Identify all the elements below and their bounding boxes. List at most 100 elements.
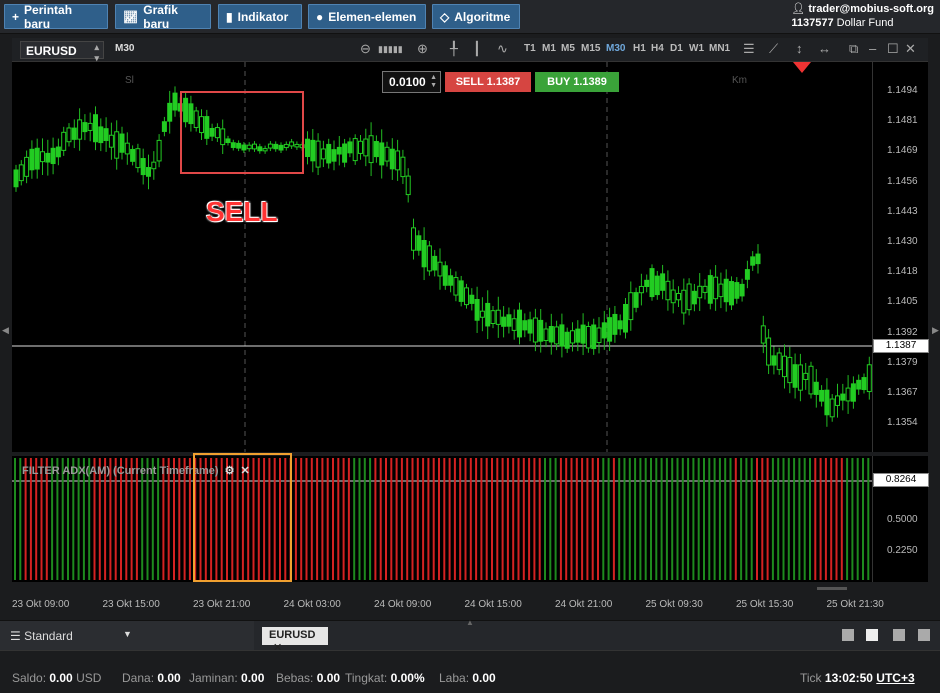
chart-scrollbar[interactable] [12, 583, 872, 593]
tf-M1[interactable]: M1 [542, 43, 556, 54]
candle-body [77, 119, 83, 140]
candle-body [320, 148, 326, 160]
price-tick: 1.1354 [887, 417, 918, 429]
dana: Dana: 0.00 [122, 671, 181, 685]
candle-body [702, 285, 708, 293]
tf-W1[interactable]: W1 [689, 43, 704, 54]
indicator-axis: 0.8264 0.5000 0.2250 [872, 456, 929, 582]
tf-D1[interactable]: D1 [670, 43, 683, 54]
laba: Laba: 0.00 [439, 671, 496, 685]
candle-body [787, 356, 793, 384]
plus-icon: + [12, 9, 20, 24]
current-price-label: 1.1387 [873, 339, 929, 353]
horizontal-line-icon[interactable]: ↔ [818, 41, 831, 56]
right-collapse-icon[interactable]: ▶ [932, 325, 939, 336]
maximize-icon[interactable]: ☐ [887, 41, 899, 57]
symbol-selector[interactable]: EURUSD ▴ ▾ [20, 41, 104, 63]
candle-body [336, 146, 342, 155]
candle-body [146, 167, 151, 177]
candle-body [495, 309, 501, 325]
algorithm-button[interactable]: ◇ Algoritme [432, 4, 520, 29]
bars-icon: ▮ [226, 9, 233, 24]
tf-T1[interactable]: T1 [524, 43, 536, 54]
candle-body [124, 142, 130, 155]
popout-icon[interactable]: ⧉ [849, 41, 858, 57]
layout-grid-icon[interactable] [866, 629, 878, 641]
sell-button[interactable]: SELL 1.1387 [445, 72, 531, 92]
candle-body [103, 128, 109, 141]
expand-icon[interactable]: ▲ [466, 618, 474, 627]
candle-body [342, 143, 348, 163]
workspace-selector[interactable]: ☰ Standard ▼ [0, 621, 254, 651]
stepper-icon[interactable]: ▲ ▼ [430, 74, 437, 90]
candle-body [729, 281, 734, 306]
top-toolbar: + Perintah baru 📈︎ Grafik baru ▮ Indikat… [0, 0, 940, 34]
candle-body [543, 328, 549, 342]
buy-button[interactable]: BUY 1.1389 [535, 72, 619, 92]
candle-body [358, 140, 363, 154]
layout-single-icon[interactable] [842, 629, 854, 641]
scrollbar-thumb[interactable] [817, 587, 847, 590]
chart-tab-eurusd[interactable]: EURUSD ✕ [262, 627, 328, 654]
vertical-line-icon[interactable]: ↕ [796, 41, 803, 56]
elements-button[interactable]: ● Elemen-elemen [308, 4, 426, 29]
indicator-tick: 0.5000 [887, 514, 918, 525]
candle-body [628, 292, 634, 321]
symbol-label: EURUSD [26, 44, 77, 58]
candle-body [347, 141, 353, 154]
tf-M15[interactable]: M15 [581, 43, 600, 54]
candle-body [527, 319, 533, 334]
candle-body [411, 227, 416, 251]
layout-rows-icon[interactable] [918, 629, 930, 641]
line-chart-icon[interactable]: ∿ [497, 41, 508, 57]
time-tick: 24 Okt 21:00 [555, 599, 613, 610]
new-chart-button[interactable]: 📈︎ Grafik baru [115, 3, 211, 31]
tf-H4[interactable]: H4 [651, 43, 664, 54]
tf-H1[interactable]: H1 [633, 43, 646, 54]
minimize-icon[interactable]: – [869, 41, 876, 56]
future-marker [793, 62, 811, 73]
indicator-button[interactable]: ▮ Indikator [218, 4, 302, 29]
candle-body [453, 277, 459, 296]
left-collapse-icon[interactable]: ◀ [2, 325, 9, 336]
price-tick: 1.1494 [887, 85, 918, 96]
zoom-out-icon[interactable]: ⊖ [360, 41, 371, 57]
candle-body [803, 372, 809, 380]
zoom-in-icon[interactable]: ⊕ [417, 41, 428, 57]
draw-line-icon[interactable]: ⟋ [769, 41, 778, 57]
timezone-selector[interactable]: UTC+3 [876, 671, 914, 685]
new-order-button[interactable]: + Perintah baru [4, 3, 108, 31]
candle-body [570, 330, 575, 344]
candle-body [654, 275, 660, 296]
account-user: trader@mobius-soft.org [808, 3, 934, 15]
candle-body [442, 265, 448, 286]
candle-body [18, 164, 24, 182]
time-tick: 24 Okt 15:00 [464, 599, 522, 610]
candle-body [681, 289, 687, 314]
candle-body [161, 121, 167, 132]
lot-input[interactable]: 0.0100 ▲ ▼ [382, 71, 441, 93]
candle-body [861, 377, 867, 391]
candle-body [819, 389, 825, 402]
time-axis: 23 Okt 09:00 23 Okt 15:00 23 Okt 21:00 24 O… [12, 596, 884, 616]
account-info[interactable]: 👤︎ trader@mobius-soft.org 1137577 Dollar… [791, 2, 934, 30]
session-label: Km [732, 75, 747, 86]
price-chart[interactable]: Sl Km [12, 62, 872, 452]
close-icon[interactable]: ✕ [905, 41, 916, 57]
candle-body [108, 134, 114, 148]
highlight-box-red [180, 91, 304, 174]
chart-header: EURUSD ▴ ▾ M30 ⊖ ▮▮▮▮▮ ⊕ ╀ ┃ ∿ T1 M1 M5 M… [12, 38, 928, 63]
indicators-list-icon[interactable]: ☰ [743, 41, 755, 57]
candle-body [479, 310, 485, 318]
tf-MN1[interactable]: MN1 [709, 43, 730, 54]
candle-body [405, 175, 411, 196]
tf-M30[interactable]: M30 [606, 43, 625, 54]
candle-body [739, 283, 745, 297]
candle-chart-icon[interactable]: ┃ [473, 41, 481, 57]
tf-M5[interactable]: M5 [561, 43, 575, 54]
time-tick: 24 Okt 09:00 [374, 599, 432, 610]
layout-columns-icon[interactable] [893, 629, 905, 641]
candle-body [845, 387, 851, 402]
bar-chart-icon[interactable]: ╀ [450, 41, 458, 57]
zoom-scale-icon[interactable]: ▮▮▮▮▮ [378, 44, 403, 55]
